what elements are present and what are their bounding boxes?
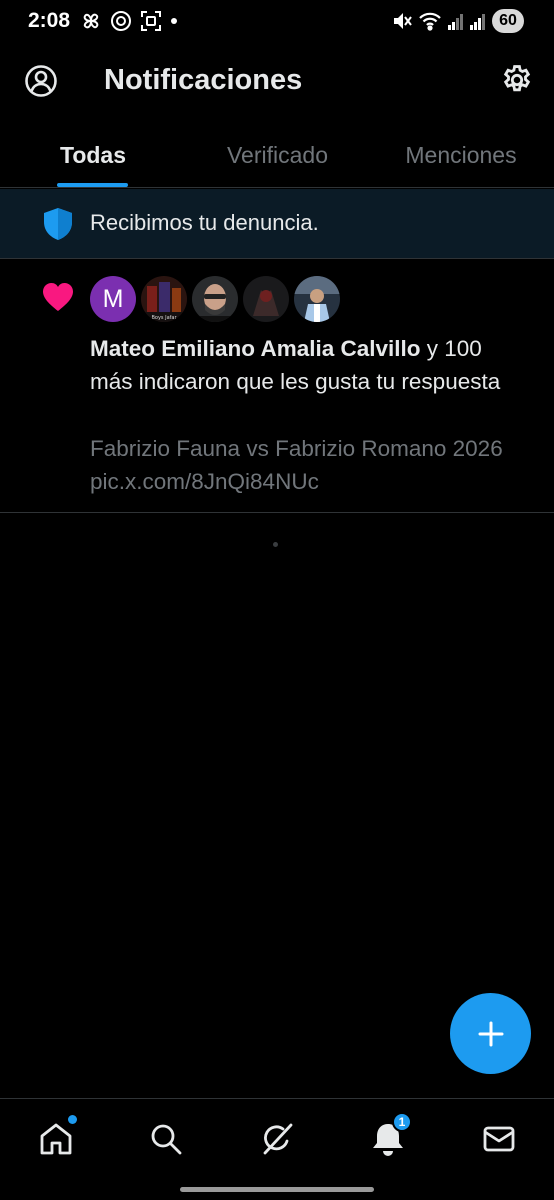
status-bar: 2:08 60 xyxy=(0,0,554,44)
actor-name[interactable]: Mateo Emiliano Amalia Calvillo xyxy=(90,336,421,361)
gesture-bar[interactable] xyxy=(180,1187,374,1192)
tab-verificado[interactable]: Verificado xyxy=(205,128,350,188)
dot-icon xyxy=(171,18,177,24)
avatar[interactable] xyxy=(192,276,238,322)
home-new-dot xyxy=(68,1115,77,1124)
tab-bar: Todas Verificado Menciones xyxy=(0,128,554,188)
avatar[interactable] xyxy=(294,276,340,322)
avatar-image xyxy=(294,276,340,322)
compose-button[interactable] xyxy=(450,993,531,1074)
avatar-stack: M Boys Jafar xyxy=(90,276,340,324)
loading-indicator xyxy=(273,542,278,547)
nav-home[interactable] xyxy=(38,1115,77,1157)
threads-icon xyxy=(111,11,131,31)
status-time: 2:08 xyxy=(28,9,71,32)
battery-icon: 60 xyxy=(492,9,524,33)
banner-text: Recibimos tu denuncia. xyxy=(90,210,319,235)
avatar[interactable]: M xyxy=(90,276,136,322)
shield-icon xyxy=(44,208,72,240)
signal-icon xyxy=(470,14,485,30)
avatar-image-caption: Boys Jafar xyxy=(151,315,177,321)
mute-icon xyxy=(394,13,412,29)
tab-menciones[interactable]: Menciones xyxy=(388,128,534,188)
bottom-navigation: 1 xyxy=(0,1098,554,1180)
plus-icon xyxy=(478,1021,503,1046)
pinwheel-icon xyxy=(83,13,99,29)
status-right-icons: 60 xyxy=(392,8,524,34)
nav-messages[interactable] xyxy=(481,1121,517,1157)
tab-label: Todas xyxy=(59,142,127,168)
avatar[interactable]: Boys Jafar xyxy=(141,276,187,322)
notifications-screen: 2:08 60 Notificaciones Todas Verificado … xyxy=(0,0,554,1200)
report-banner[interactable]: Recibimos tu denuncia. xyxy=(0,189,554,259)
settings-icon[interactable] xyxy=(500,63,534,97)
search-icon xyxy=(151,1124,182,1155)
avatar[interactable] xyxy=(243,276,289,322)
avatar-image: Boys Jafar xyxy=(141,276,187,322)
tab-label: Menciones xyxy=(405,142,517,168)
signal-icon xyxy=(448,14,463,30)
home-icon xyxy=(40,1123,72,1155)
status-left-icons xyxy=(80,9,178,33)
quoted-post-text: Fabrizio Fauna vs Fabrizio Romano 2026 p… xyxy=(90,436,503,494)
notification-count-badge: 1 xyxy=(392,1112,412,1132)
tab-label: Verificado xyxy=(226,142,328,168)
page-title: Notificaciones xyxy=(104,64,303,96)
profile-icon[interactable] xyxy=(24,64,58,98)
nav-notifications[interactable]: 1 xyxy=(370,1112,412,1157)
active-tab-indicator xyxy=(57,183,128,187)
notification-text: Mateo Emiliano Amalia Calvillo y 100 más… xyxy=(90,332,510,398)
tab-todas[interactable]: Todas xyxy=(40,128,146,188)
avatar-image xyxy=(192,276,238,322)
screenshot-icon xyxy=(141,11,161,31)
mail-icon xyxy=(483,1126,515,1152)
like-notification[interactable]: M Boys Jafar Mateo Emiliano Amalia Calvi… xyxy=(0,260,554,513)
wifi-icon xyxy=(419,12,441,31)
avatar-image xyxy=(243,276,289,322)
grok-icon xyxy=(263,1123,293,1155)
app-header: Notificaciones xyxy=(0,52,554,110)
nav-grok[interactable] xyxy=(259,1121,295,1157)
heart-icon xyxy=(43,283,73,311)
nav-search[interactable] xyxy=(148,1121,184,1157)
